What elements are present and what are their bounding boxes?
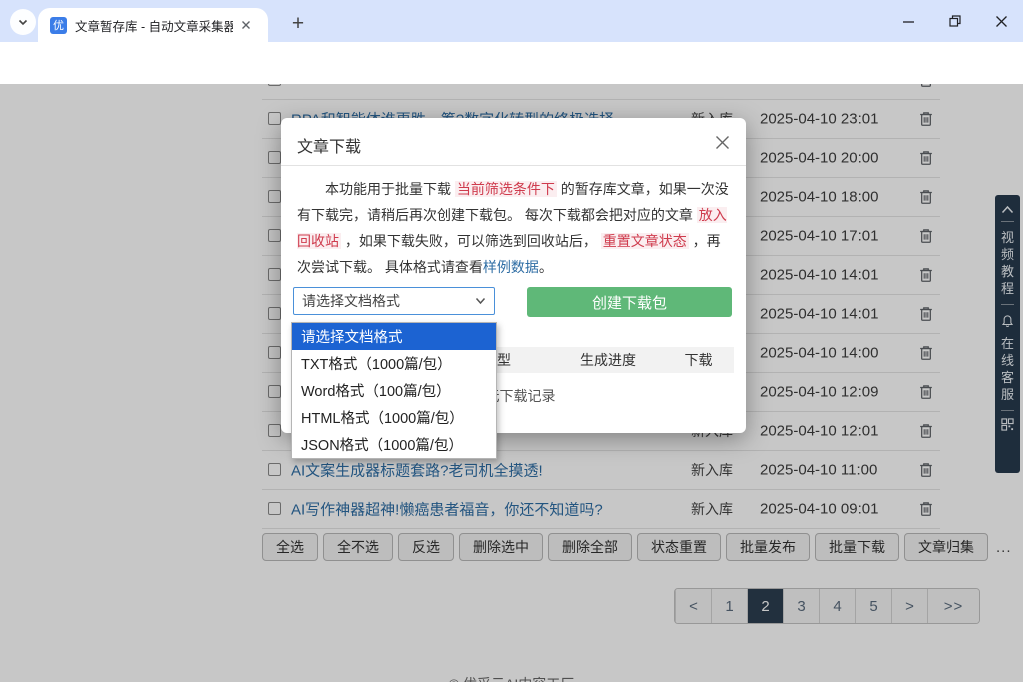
select-chevron-icon xyxy=(475,297,486,305)
dialog-title: 文章下载 xyxy=(297,133,361,157)
format-option[interactable]: JSON格式（1000篇/包） xyxy=(292,431,496,458)
description-segment: 。 xyxy=(539,259,553,275)
browser-window: 优 文章暂存库 - 自动文章采集器-优 + xyxy=(0,0,1023,682)
window-close-button[interactable] xyxy=(986,8,1016,34)
close-icon[interactable] xyxy=(712,132,732,152)
format-dropdown-list: 请选择文档格式 TXT格式（1000篇/包） Word格式（100篇/包） HT… xyxy=(291,322,497,459)
tab-strip: 优 文章暂存库 - 自动文章采集器-优 + xyxy=(0,0,1023,42)
description-segment: ，如果下载失败，可以筛选到回收站后， xyxy=(341,233,601,249)
dialog-header: 文章下载 xyxy=(281,118,746,166)
tab-close-icon[interactable] xyxy=(237,16,255,34)
format-select[interactable]: 请选择文档格式 xyxy=(293,287,495,315)
description-segment: 本功能用于批量下载 xyxy=(325,181,455,197)
records-column-header: 生成进度 xyxy=(553,350,663,370)
chevron-down-icon xyxy=(17,16,29,28)
window-restore-button[interactable] xyxy=(940,8,970,34)
description-segment: 样例数据 xyxy=(483,259,539,275)
browser-toolbar: ucaiyun.com/caiji/articles/ 井 xyxy=(0,42,1023,84)
format-option[interactable]: 请选择文档格式 xyxy=(292,323,496,350)
format-option[interactable]: Word格式（100篇/包） xyxy=(292,377,496,404)
description-segment: 重置文章状态 xyxy=(601,233,689,249)
tab-search-button[interactable] xyxy=(10,9,36,35)
page-content: RPA和智能体谁更胜一筹?数字化转型的终极选择 新入库 2025-04-10 2… xyxy=(0,84,1023,682)
create-package-button[interactable]: 创建下载包 xyxy=(527,287,732,317)
new-tab-button[interactable]: + xyxy=(284,10,312,38)
browser-tab[interactable]: 优 文章暂存库 - 自动文章采集器-优 xyxy=(38,8,268,42)
format-select-value: 请选择文档格式 xyxy=(302,291,475,311)
dialog-description: 本功能用于批量下载 当前筛选条件下 的暂存库文章，如果一次没有下载完，请稍后再次… xyxy=(297,176,730,280)
records-column-header: 下载 xyxy=(663,350,734,370)
format-option[interactable]: TXT格式（1000篇/包） xyxy=(292,350,496,377)
tab-title: 文章暂存库 - 自动文章采集器-优 xyxy=(75,16,233,35)
description-segment: 当前筛选条件下 xyxy=(455,181,557,197)
format-option[interactable]: HTML格式（1000篇/包） xyxy=(292,404,496,431)
favicon: 优 xyxy=(50,17,67,34)
window-minimize-button[interactable] xyxy=(893,8,923,34)
